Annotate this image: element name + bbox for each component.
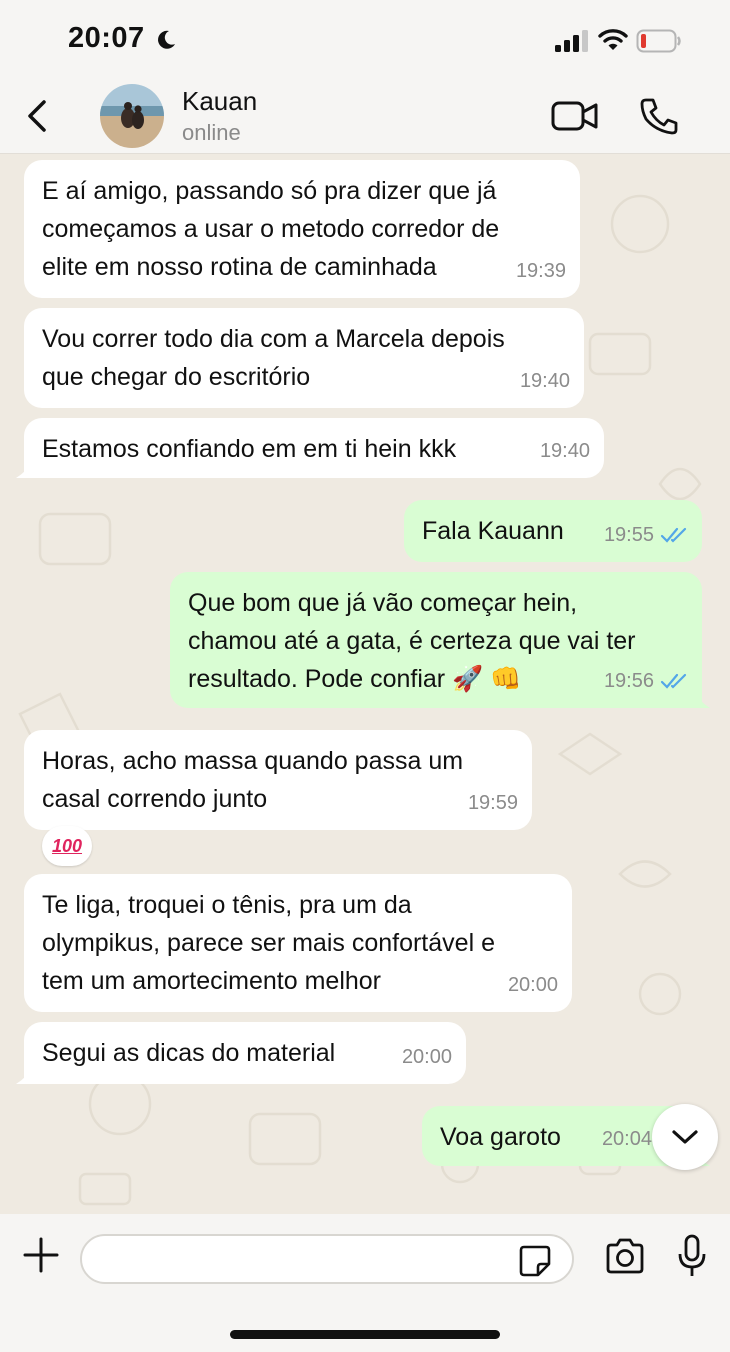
chat-header: Kauan online xyxy=(0,78,730,154)
message-meta: 20:00 xyxy=(508,966,558,1004)
plus-icon[interactable] xyxy=(22,1236,60,1274)
scroll-to-bottom-button[interactable] xyxy=(652,1104,718,1170)
message-incoming[interactable]: Te liga, troquei o tênis, pra um da olym… xyxy=(24,874,572,1012)
avatar[interactable] xyxy=(100,84,164,148)
sticker-icon[interactable] xyxy=(518,1244,552,1278)
status-bar: 20:07 xyxy=(0,0,730,78)
message-time: 19:40 xyxy=(519,370,570,392)
message-meta: 20:00 xyxy=(402,1038,452,1076)
message-text: Vou correr todo dia com a Marcela depois… xyxy=(42,325,505,391)
message-text: Horas, acho massa quando passa um casal … xyxy=(42,747,464,813)
contact-name[interactable]: Kauan xyxy=(182,86,257,117)
message-time: 19:40 xyxy=(539,440,590,462)
message-incoming[interactable]: Horas, acho massa quando passa um casal … xyxy=(24,730,532,830)
message-meta: 19:40 xyxy=(540,432,590,470)
signal-icon xyxy=(555,30,588,52)
bubble-tail xyxy=(692,690,710,708)
message-meta: 19:59 xyxy=(468,784,518,822)
message-time: 19:56 xyxy=(603,670,654,692)
message-time: 19:55 xyxy=(603,524,654,546)
message-meta: 19:39 xyxy=(516,252,566,290)
mic-icon[interactable] xyxy=(676,1234,708,1278)
message-text: E aí amigo, passando só pra dizer que já… xyxy=(42,177,500,281)
message-outgoing[interactable]: Que bom que já vão começar hein, chamou … xyxy=(170,572,710,708)
reaction-emoji: 100 xyxy=(51,835,83,856)
back-icon[interactable] xyxy=(22,96,54,136)
message-meta: 20:04 xyxy=(602,1120,652,1158)
message-time: 20:00 xyxy=(401,1046,452,1068)
message-time: 20:04 xyxy=(601,1128,652,1150)
chevron-down-icon xyxy=(672,1130,698,1144)
message-incoming[interactable]: Vou correr todo dia com a Marcela depois… xyxy=(24,308,584,408)
message-input[interactable] xyxy=(80,1234,574,1284)
read-ticks-icon xyxy=(660,673,687,689)
message-meta: 19:56 xyxy=(604,662,688,700)
message-text: Segui as dicas do material xyxy=(42,1039,336,1067)
message-text: Te liga, troquei o tênis, pra um da olym… xyxy=(42,891,495,995)
message-meta: 19:40 xyxy=(520,362,570,400)
camera-icon[interactable] xyxy=(604,1238,646,1274)
message-incoming[interactable]: E aí amigo, passando só pra dizer que já… xyxy=(24,160,580,298)
battery-icon xyxy=(636,29,681,53)
home-indicator xyxy=(230,1330,500,1339)
message-time: 19:39 xyxy=(515,260,566,282)
message-incoming[interactable]: Estamos confiando em em ti hein kkk 19:4… xyxy=(16,418,604,478)
contact-status: online xyxy=(182,120,241,145)
bubble-tail xyxy=(16,460,34,478)
wifi-icon xyxy=(598,29,628,50)
message-text: Estamos confiando em em ti hein kkk xyxy=(42,435,457,463)
composer-bar xyxy=(0,1214,730,1352)
phone-icon[interactable] xyxy=(638,96,680,136)
reaction-hundred[interactable]: 100 xyxy=(42,826,92,866)
message-time: 19:59 xyxy=(467,792,518,814)
video-icon[interactable] xyxy=(550,98,600,134)
bubble-tail xyxy=(16,1066,34,1084)
message-incoming[interactable]: Segui as dicas do material 20:00 xyxy=(16,1022,466,1084)
message-time: 20:00 xyxy=(507,974,558,996)
read-ticks-icon xyxy=(660,527,687,543)
message-outgoing[interactable]: Fala Kauann 19:55 xyxy=(404,500,702,562)
status-time: 20:07 xyxy=(68,22,145,54)
chat-area[interactable]: E aí amigo, passando só pra dizer que já… xyxy=(0,154,730,1214)
moon-icon xyxy=(158,30,175,49)
message-meta: 19:55 xyxy=(604,516,688,554)
